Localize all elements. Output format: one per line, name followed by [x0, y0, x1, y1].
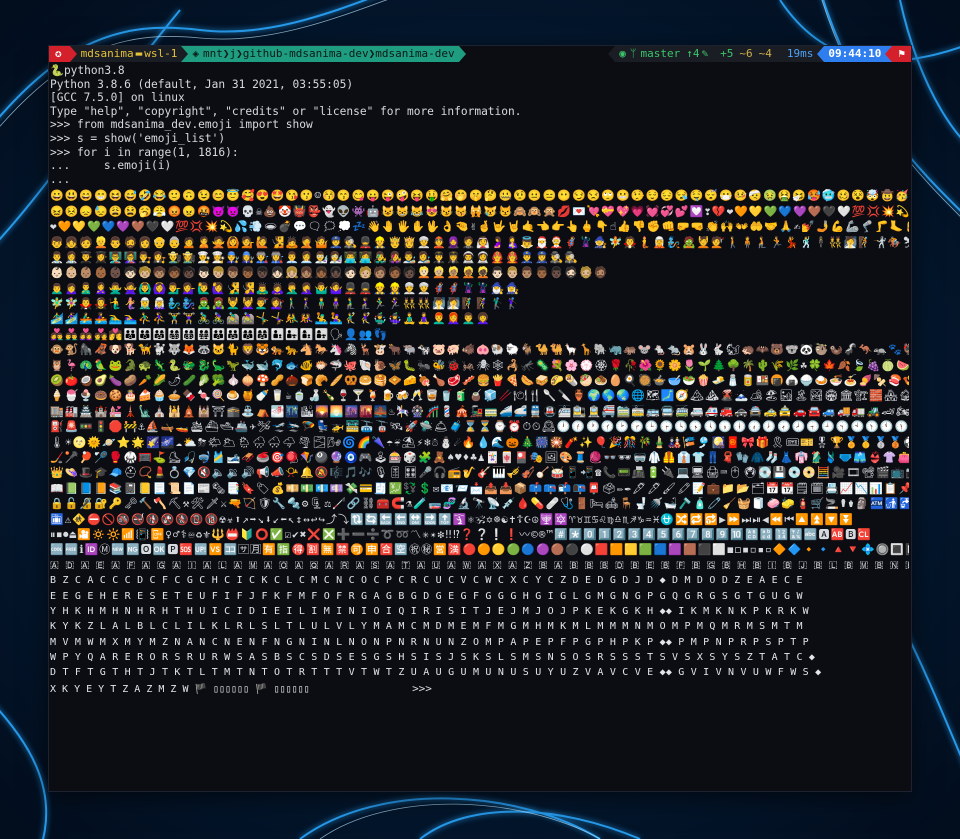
flag-letter-row: K Y K Z L A L B L C L I L K L R L S L T … — [50, 621, 803, 633]
flag-letter-row: D T F T G T H T J T K T L T M T N T O T … — [50, 667, 822, 679]
segment-separator — [608, 46, 616, 62]
git-ahead-count: 4 — [692, 47, 700, 60]
path-part-2: j — [229, 47, 237, 60]
hostname: wsl-1 — [144, 47, 178, 60]
emoji-row: 🏄‍♂🏄‍♀🚣‍♂🚣‍♀🏊‍♂🏊‍♀⛹‍♂⛹‍♀🏋‍♂🏋‍♀🚴‍♂🚴‍♀🚵‍♂🚵… — [50, 312, 491, 326]
emoji-row: 🏬🏭🏯🏰💒🗼🗽⛪🕌🛕🕍⛩🕋⛲⛺🌁🌃🏙🌄🌅🌆🌇🌉♨🎠🎡🎢💈🎪🚂🚃🚄🚅🚆🚇🚈🚉🚊🚝🚞… — [50, 404, 909, 418]
emoji-row: 👨‍⚕👩‍⚕👨‍🎓👩‍🎓👨‍🏫👩‍🏫👨‍⚖👩‍⚖👨‍🌾👩‍🌾👨‍🍳👩‍🍳👨‍🔧👩… — [50, 250, 580, 264]
git-segment: ◉ ᛘ master ↑ 4 ✎ +5 ~6 ~4 — [615, 46, 776, 62]
segment-separator — [817, 46, 825, 62]
folder-icon: ◈ — [192, 47, 199, 60]
time-segment: 09:44:10 — [824, 46, 886, 62]
flag-letter-row: Y H K H M H N H R H T H U I C I D I E I … — [50, 605, 809, 617]
emoji-row: 🌡☀🌝🌞🪐⭐🌟🌠🌌☁⛅⛈🌤🌥🌦🌧🌨🌩🌪🌫🌬🌀🌈🌂☂☔⛱⚡❄☃⛄☄🔥💧🌊🎃🎄🎆🎇🧨… — [50, 435, 909, 449]
final-output-row: X K Y E Y T Z A Z M Z W 🏴 ▯▯▯▯▯▯ 🏴 ▯▯▯▯▯… — [50, 681, 909, 696]
emoji-row: ❤🧡💛💚💙💜🤎🖤🤍💯💢💥💫💦💨🕳💣💬🗨🗯💭💤👋🤚🖐✋🖖👌🤏✌🤞🤟🤘🤙👈👉👆🖕👇☝… — [50, 220, 909, 234]
emoji-row: 📖📗📘📙📚📓📒📃📜📄📰🗞📑🔖🏷💰💴💵💶💷💸💳🧾💹💱💲✉📧📨📩📤📥📦📫📪📬📭📮🗳✏… — [50, 481, 909, 495]
emoji-row: 🛅⚠🚸⛔🚫🚳🚭🚯🚱🚷📵🔞☢☣⬆↗➡↘⬇↙⬅↖↕↔↩↪⤴⤵🔃🔄🔙🔚🔛🔜🔝🛐⚛🕉✡☸… — [50, 512, 855, 526]
command-line: ... — [50, 172, 71, 186]
venv-line: 🐍python3.8 — [50, 64, 125, 77]
flag-letter-row: 🇦 🇩 🇦 🇪 🇦 🇫 🇦 🇬 🇦 🇮 🇦 🇱 🇦 🇲 🇦 🇴 🇦 🇶 🇦 🇷 … — [50, 559, 909, 571]
git-ahead-arrow: ↑ — [686, 47, 693, 60]
path-segment: ◈ mnt ❯ j ❯ github-mdsanima-dev ❯ mdsanima-… — [188, 46, 459, 62]
duration-segment: 19ms — [782, 46, 818, 62]
emoji-row: 😖😣😞😓😩😫🥱😤😡😠🤬😈👿💀☠💩🤡👹👺👻👽👾🤖😺😸😹😻😼😽🙀😿😾🙈🙉🙊💋💌💘💝💖… — [50, 204, 909, 218]
emoji-row: 🐵🐒🦍🦧🐶🐕🦮🐩🐺🦊🦝🐱🐈🦁🐯🐅🐆🐴🐎🦄🦓🦌🐮🐂🐃🐄🐷🐖🐗🐽🐏🐑🐐🐪🐫🦙🦒🐘🦏🦛… — [50, 343, 909, 357]
git-modified: ~6 — [739, 47, 753, 60]
command-line: >>> from mdsanima_dev.emoji import show — [50, 118, 313, 132]
pencil-icon: ✎ — [701, 47, 709, 60]
emoji-row: 🆒🆓ℹ🆔Ⓜ🆕🆖🅾🆗🅿🆘🆙🆚🈁🈂🈷🈶🈯🉐🈹🈚🈲🉑🈸🈴🈳㊗㊙🈺🈵🔴🟠🟡🟢🔵🟣🟤⚫⚪🟥… — [50, 543, 909, 557]
emoji-output: 😀😃😄😁😆😅🤣😂🙂🙃😉😊😇🥰😍🤩😘😗☺😚😙😋😛😜🤪😝🤑🤗🤭🤫🤔🤐🤨😐😑😶😏😒🙄😬… — [50, 188, 909, 696]
emoji-row: 🦉🦩🦚🦜🐸🐊🐢🦎🐍🐲🐉🦕🦖🐳🐋🐬🐟🐠🐡🦈🐙🐚🐌🦋🐛🐜🐝🐞🦗🕷🕸🦂🦟🦠💐🌸💮🏵🌹🥀… — [50, 358, 909, 372]
emoji-row: 👦👧🧑👱👨🧔👩👴👵🙍🙎🙅🙆💁🙋🧏🙇🤦🤷👮🕵💂👷🤴👸👳👲🧕🤵👰🤰🤱👼🎅🤶🦸🦹🧙🧚🧛… — [50, 235, 909, 249]
emoji-row: 👩‍❤‍👨👨‍❤‍👨👩‍❤‍👩💑💏👪👨‍👩‍👦👨‍👩‍👧👨‍👩‍👧‍👦👨‍👩‍👦… — [50, 327, 389, 341]
emoji-row: 👶🏻👶🏼👶🏽👶🏾👶🏿🧒🏻🧒🏼🧒🏽🧒🏾🧒🏿👦🏻👦🏼👦🏽👦🏾👦🏿👧🏻👧🏼👧🏽👧🏾👧🏿… — [50, 266, 609, 280]
emoji-row: 🔒🔓🔏🔐🔑🗝🔨🪓⛏⚒🛠🗡⚔🔫🏹🛡🔧🔩⚙🗜⚖🦯🔗⛓🧰🧲⚗🧪🧫🧬🔬🔭📡💉🩸💊🩹🩺🚪🛏… — [50, 497, 909, 511]
end-segment: ⚑ — [892, 46, 911, 62]
laptop-icon: ▬ — [135, 47, 143, 60]
segment-separator — [69, 46, 77, 62]
segment-separator — [775, 46, 783, 62]
emoji-row: 👑👒🎩🎓🧢⛑📿💄💍💎🔇🔈🔉🔊📢📣📯🔔🔕🎼🎵🎶🎙🎚🎛🎤🎧📻🎷🎸🎹🎺🎻🪕🥁📱📲☎📞📟… — [50, 466, 909, 480]
emoji-row: 🧚‍♂🧚‍♀🧛‍♂🧛‍♀🧜‍♂🧜‍♀🧝‍♂🧝‍♀🧞‍♂🧞‍♀🧟‍♂🧟‍♀💆‍♂💆… — [50, 297, 521, 311]
emoji-row: ⏸⏹⏺⏏🎦🔅🔆📶📳📴♀♂⚕♾♻⚜🔱📛🔰⭕✅☑✔✖❌❎➕➖➗➰➿〽✳✴❇‼⁉❓❔❕… — [50, 527, 872, 541]
emoji-row: ⛽🚨🚥🚦🛑🚧⚓⛵🛶🚤🛳⛴🛥🚢✈🛩🛫🛬🪂💺🚁🚟🚠🚡🛰🚀🛸🛎🧳⌛⏳⌚⏰⏱⏲🕰🕛🕧🕐🕜… — [50, 420, 909, 434]
command-line: >>> for i in range(1, 1816): — [50, 145, 239, 159]
flag-letter-row: B Z C A C C C D C F C G C H C I C K C L … — [50, 575, 803, 587]
terminal-output[interactable]: 🐍python3.8 Python 3.8.6 (default, Jan 31… — [49, 62, 911, 696]
segment-separator — [885, 46, 893, 62]
git-branch: master — [640, 47, 681, 60]
branch-icon: ᛘ — [629, 47, 637, 60]
username: mdsanima — [80, 47, 134, 60]
segment-separator — [458, 46, 466, 62]
os-segment: ✪ — [49, 46, 70, 62]
output-line: Python 3.8.6 (default, Jan 31 2021, 03:5… — [50, 77, 354, 91]
path-part-3: github-mdsanima-dev — [242, 47, 369, 60]
git-deleted: ~4 — [758, 47, 772, 60]
output-line: [GCC 7.5.0] on linux — [50, 91, 185, 105]
emoji-row: 🙍‍♂🙍‍♀🙎‍♂🙎‍♀🙅‍♂🙅‍♀🙆‍♂🙆‍♀💁‍♂💁‍♀🙋‍♂🙋‍♀🧏‍♂🧏… — [50, 281, 521, 295]
segment-separator — [181, 46, 189, 62]
flag-letter-row: X K Y E Y T Z A Z M Z W 🏴 ▯▯▯▯▯▯ 🏴 ▯▯▯▯▯… — [50, 683, 310, 695]
github-icon: ◉ — [619, 47, 626, 60]
flag-letter-row: W P Y Q A R E R O R S R U R W S A S B S … — [50, 652, 816, 664]
flag-letter-row: E E G E H E R E S E T E U F I F J F K F … — [50, 590, 803, 602]
snake-icon: 🐍 — [50, 64, 64, 77]
python-prompt[interactable]: >>> — [412, 682, 432, 695]
flag-icon: ⚑ — [898, 47, 905, 60]
command-line: >>> s = show('emoji_list') — [50, 131, 226, 145]
emoji-row: 🏒🥍🏓🏸🥊🥋🥅⛳⛸🎣🤿🎽🎿🛷🥌🎯🪀🪁🎱🔮🧿🎮🕹🎰🎲🧩🧸♠♥♦♣♟🃏🀄🎴🎭🖼🎨🧵🧶… — [50, 450, 909, 464]
user-segment: mdsanima ▬ wsl-1 — [76, 46, 182, 62]
emoji-row: 😀😃😄😁😆😅🤣😂🙂🙃😉😊😇🥰😍🤩😘😗☺😚😙😋😛😜🤪😝🤑🤗🤭🤫🤔🤐🤨😐😑😶😏😒🙄😬… — [50, 189, 909, 203]
path-part-1: mnt — [202, 47, 223, 60]
command-line: ... s.emoji(i) — [50, 159, 172, 173]
output-line: Type "help", "copyright", "credits" or "… — [50, 104, 522, 118]
clock-time: 09:44:10 — [828, 47, 882, 60]
flag-letter-row: M V M W M X M Y M Z N A N C N E N F N G … — [50, 636, 809, 648]
shell-prompt-bar: ✪ mdsanima ▬ wsl-1 ◈ mnt ❯ j ❯ github-mdsa… — [49, 46, 911, 62]
path-part-4: mdsanima-dev — [375, 47, 455, 60]
terminal-window[interactable]: ✪ mdsanima ▬ wsl-1 ◈ mnt ❯ j ❯ github-mdsa… — [49, 46, 911, 791]
emoji-row: 🥝🍅🥥🥑🍆🥔🥕🌽🌶🥒🥬🥦🧄🧅🍄🥜🌰🍞🥐🥖🥨🥯🥞🧇🧀🍖🍗🥩🥓🍔🍟🍕🌭🥪🌮🌯🥙🧆🥚🍳… — [50, 374, 909, 388]
command-duration: 19ms — [786, 47, 814, 60]
git-added: +5 — [720, 47, 734, 60]
emoji-row: 🍦🍧🍨🍩🍪🎂🍰🧁🥧🍫🍬🍭🍮🍯🍼🥛☕🍵🍶🍾🍷🍸🍹🍺🍻🥂🥃🥤🧃🧉🧊🥢🍽🍴🥄🔪🏺🌍🌎🌏… — [50, 389, 909, 403]
ubuntu-icon: ✪ — [55, 47, 62, 60]
